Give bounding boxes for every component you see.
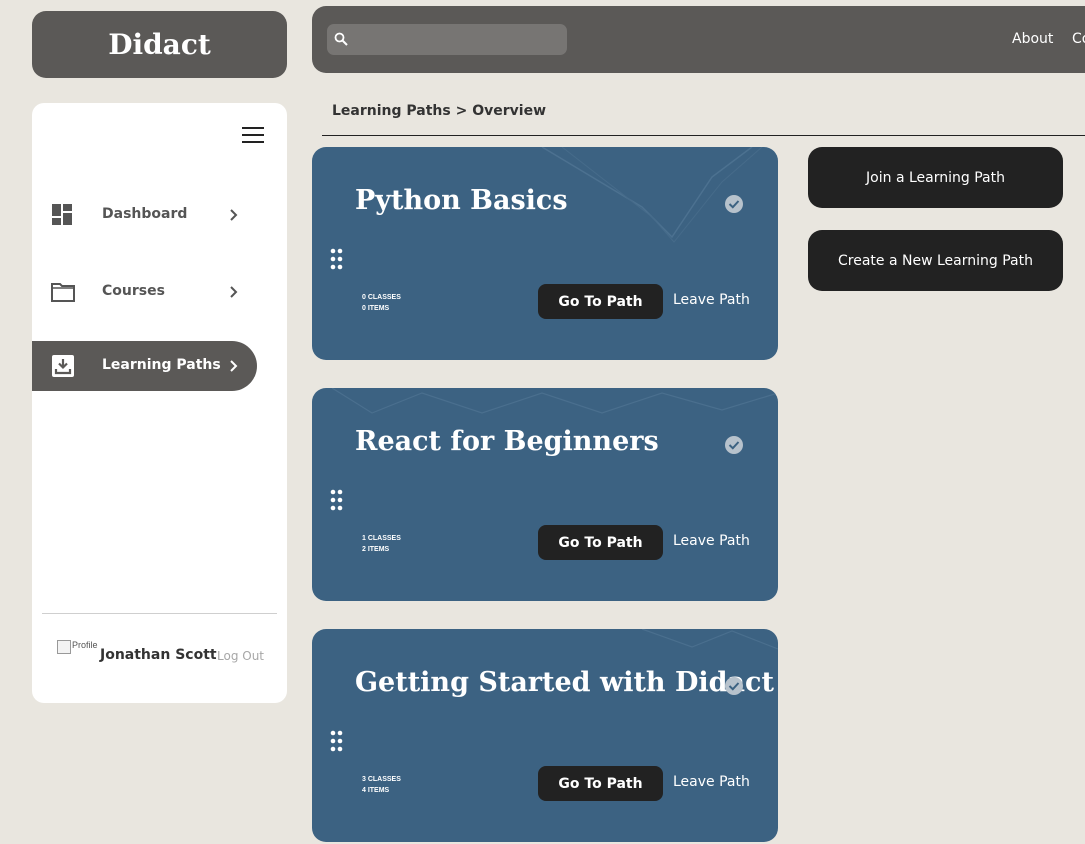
learning-path-card: Getting Started with Didact 3 CLASSES 4 … [312, 629, 778, 842]
top-navigation-bar: About Co [312, 6, 1085, 73]
sidebar-divider [42, 613, 277, 614]
sidebar-item-dashboard[interactable]: Dashboard [32, 190, 257, 240]
classes-count: 1 CLASSES [362, 535, 401, 542]
go-to-path-button[interactable]: Go To Path [538, 284, 663, 319]
card-title: React for Beginners [355, 426, 659, 457]
go-to-path-button[interactable]: Go To Path [538, 525, 663, 560]
folder-icon [51, 283, 75, 302]
broken-image-icon [57, 640, 71, 654]
sidebar-item-label: Courses [102, 283, 165, 299]
breadcrumb-parent[interactable]: Learning Paths [332, 103, 451, 119]
card-title: Getting Started with Didact [355, 667, 774, 698]
learning-paths-icon [52, 355, 74, 377]
brand-logo[interactable]: Didact [32, 11, 287, 78]
card-stats: 1 CLASSES 2 ITEMS [362, 533, 401, 555]
nav-link-contact[interactable]: Co [1072, 31, 1085, 47]
breadcrumb-separator: > [455, 103, 468, 119]
items-count: 0 ITEMS [362, 305, 390, 312]
avatar: Profile [57, 640, 99, 656]
items-count: 4 ITEMS [362, 787, 390, 794]
drag-handle-icon[interactable] [330, 730, 344, 752]
leave-path-link[interactable]: Leave Path [673, 533, 750, 549]
search-icon [334, 32, 348, 46]
brand-name: Didact [108, 28, 211, 61]
check-circle-icon [725, 436, 743, 454]
sidebar-item-label: Dashboard [102, 206, 188, 222]
search-input[interactable] [355, 24, 560, 55]
chevron-right-icon [230, 360, 238, 372]
nav-link-about[interactable]: About [1012, 31, 1053, 47]
leave-path-link[interactable]: Leave Path [673, 774, 750, 790]
card-stats: 0 CLASSES 0 ITEMS [362, 292, 401, 314]
menu-icon[interactable] [242, 127, 264, 143]
chevron-right-icon [230, 286, 238, 298]
search-box[interactable] [327, 24, 567, 55]
logout-link[interactable]: Log Out [217, 649, 264, 663]
classes-count: 3 CLASSES [362, 776, 401, 783]
check-circle-icon [725, 677, 743, 695]
drag-handle-icon[interactable] [330, 248, 344, 270]
chevron-right-icon [230, 209, 238, 221]
breadcrumb: Learning Paths > Overview [332, 103, 546, 119]
sidebar-item-learning-paths[interactable]: Learning Paths [32, 341, 257, 391]
card-background-pattern [541, 147, 763, 243]
card-background-pattern [641, 629, 778, 650]
breadcrumb-current: Overview [472, 103, 546, 119]
items-count: 2 ITEMS [362, 546, 390, 553]
card-stats: 3 CLASSES 4 ITEMS [362, 774, 401, 796]
dashboard-icon [52, 204, 72, 225]
card-title: Python Basics [355, 185, 568, 216]
sidebar: Dashboard Courses Learning Paths Profile… [32, 103, 287, 703]
learning-path-card: React for Beginners 1 CLASSES 2 ITEMS Go… [312, 388, 778, 601]
join-learning-path-button[interactable]: Join a Learning Path [808, 147, 1063, 208]
learning-path-card: Python Basics 0 CLASSES 0 ITEMS Go To Pa… [312, 147, 778, 360]
user-name: Jonathan Scott [100, 647, 217, 663]
go-to-path-button[interactable]: Go To Path [538, 766, 663, 801]
create-learning-path-button[interactable]: Create a New Learning Path [808, 230, 1063, 291]
breadcrumb-divider [322, 135, 1085, 136]
sidebar-item-label: Learning Paths [102, 357, 221, 373]
leave-path-link[interactable]: Leave Path [673, 292, 750, 308]
card-background-pattern [331, 388, 778, 414]
check-circle-icon [725, 195, 743, 213]
drag-handle-icon[interactable] [330, 489, 344, 511]
sidebar-item-courses[interactable]: Courses [32, 267, 257, 317]
classes-count: 0 CLASSES [362, 294, 401, 301]
avatar-alt-text: Profile [72, 640, 98, 650]
